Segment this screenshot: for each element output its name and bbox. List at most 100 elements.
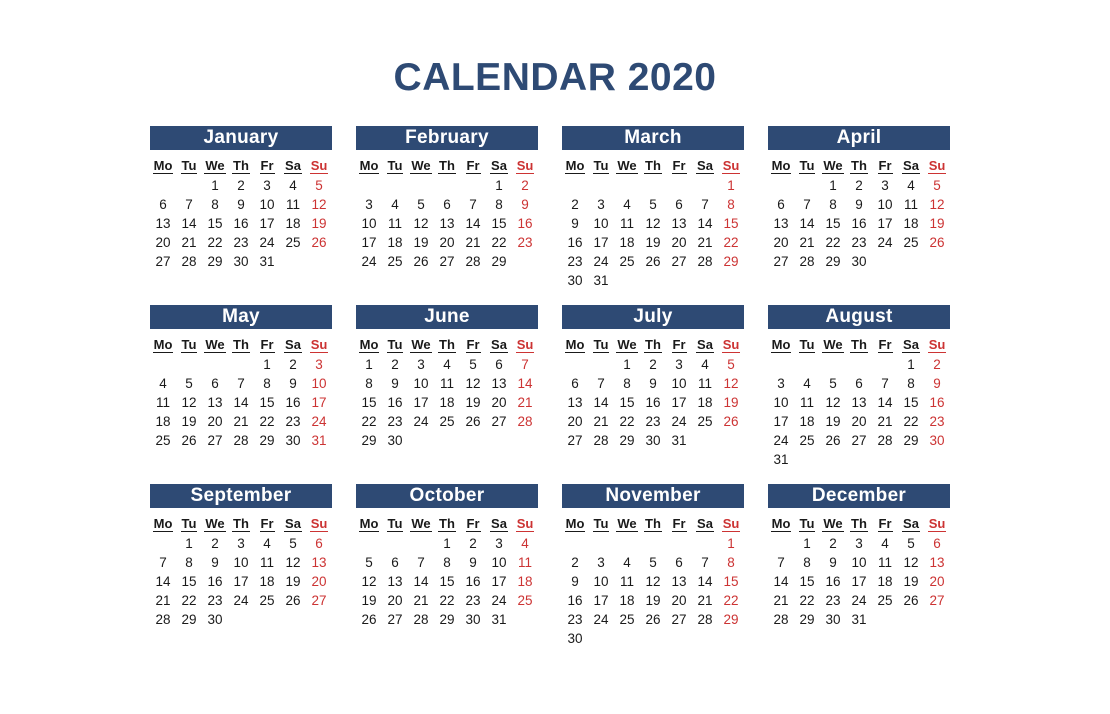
day-cell[interactable]: 30 xyxy=(228,252,254,271)
day-cell[interactable]: 4 xyxy=(614,195,640,214)
day-cell[interactable]: 8 xyxy=(718,195,744,214)
day-cell[interactable]: 8 xyxy=(898,374,924,393)
day-cell[interactable]: 6 xyxy=(306,534,332,553)
day-cell[interactable]: 18 xyxy=(150,412,176,431)
day-cell[interactable]: 11 xyxy=(254,553,280,572)
day-cell[interactable]: 10 xyxy=(846,553,872,572)
day-cell[interactable]: 5 xyxy=(718,355,744,374)
day-cell[interactable]: 23 xyxy=(562,610,588,629)
day-cell[interactable]: 17 xyxy=(486,572,512,591)
day-cell[interactable]: 20 xyxy=(486,393,512,412)
day-cell[interactable]: 13 xyxy=(486,374,512,393)
day-cell[interactable]: 9 xyxy=(846,195,872,214)
day-cell[interactable]: 8 xyxy=(356,374,382,393)
day-cell[interactable]: 7 xyxy=(794,195,820,214)
day-cell[interactable]: 20 xyxy=(666,591,692,610)
day-cell[interactable]: 31 xyxy=(666,431,692,450)
day-cell[interactable]: 2 xyxy=(820,534,846,553)
day-cell[interactable]: 2 xyxy=(640,355,666,374)
day-cell[interactable]: 1 xyxy=(254,355,280,374)
day-cell[interactable]: 14 xyxy=(460,214,486,233)
day-cell[interactable]: 19 xyxy=(898,572,924,591)
day-cell[interactable]: 24 xyxy=(408,412,434,431)
day-cell[interactable]: 27 xyxy=(202,431,228,450)
day-cell[interactable]: 30 xyxy=(382,431,408,450)
day-cell[interactable]: 19 xyxy=(820,412,846,431)
day-cell[interactable]: 3 xyxy=(408,355,434,374)
day-cell[interactable]: 17 xyxy=(666,393,692,412)
day-cell[interactable]: 18 xyxy=(872,572,898,591)
day-cell[interactable]: 1 xyxy=(486,176,512,195)
day-cell[interactable]: 16 xyxy=(562,591,588,610)
day-cell[interactable]: 24 xyxy=(306,412,332,431)
day-cell[interactable]: 23 xyxy=(640,412,666,431)
day-cell[interactable]: 17 xyxy=(872,214,898,233)
day-cell[interactable]: 10 xyxy=(872,195,898,214)
day-cell[interactable]: 18 xyxy=(280,214,306,233)
day-cell[interactable]: 3 xyxy=(666,355,692,374)
day-cell[interactable]: 1 xyxy=(794,534,820,553)
day-cell[interactable]: 24 xyxy=(486,591,512,610)
day-cell[interactable]: 6 xyxy=(202,374,228,393)
day-cell[interactable]: 20 xyxy=(382,591,408,610)
day-cell[interactable]: 2 xyxy=(228,176,254,195)
day-cell[interactable]: 30 xyxy=(640,431,666,450)
day-cell[interactable]: 15 xyxy=(176,572,202,591)
day-cell[interactable]: 14 xyxy=(692,572,718,591)
day-cell[interactable]: 5 xyxy=(640,553,666,572)
day-cell[interactable]: 8 xyxy=(254,374,280,393)
day-cell[interactable]: 7 xyxy=(176,195,202,214)
day-cell[interactable]: 16 xyxy=(512,214,538,233)
day-cell[interactable]: 9 xyxy=(820,553,846,572)
day-cell[interactable]: 16 xyxy=(924,393,950,412)
day-cell[interactable]: 1 xyxy=(202,176,228,195)
day-cell[interactable]: 16 xyxy=(640,393,666,412)
day-cell[interactable]: 9 xyxy=(382,374,408,393)
day-cell[interactable]: 17 xyxy=(588,233,614,252)
day-cell[interactable]: 29 xyxy=(254,431,280,450)
day-cell[interactable]: 7 xyxy=(588,374,614,393)
day-cell[interactable]: 22 xyxy=(202,233,228,252)
day-cell[interactable]: 26 xyxy=(460,412,486,431)
day-cell[interactable]: 19 xyxy=(640,233,666,252)
day-cell[interactable]: 12 xyxy=(408,214,434,233)
day-cell[interactable]: 4 xyxy=(512,534,538,553)
day-cell[interactable]: 18 xyxy=(512,572,538,591)
day-cell[interactable]: 4 xyxy=(150,374,176,393)
day-cell[interactable]: 3 xyxy=(306,355,332,374)
day-cell[interactable]: 30 xyxy=(202,610,228,629)
day-cell[interactable]: 5 xyxy=(898,534,924,553)
day-cell[interactable]: 14 xyxy=(768,572,794,591)
day-cell[interactable]: 12 xyxy=(820,393,846,412)
day-cell[interactable]: 27 xyxy=(306,591,332,610)
day-cell[interactable]: 18 xyxy=(898,214,924,233)
day-cell[interactable]: 14 xyxy=(150,572,176,591)
day-cell[interactable]: 16 xyxy=(820,572,846,591)
day-cell[interactable]: 25 xyxy=(692,412,718,431)
day-cell[interactable]: 11 xyxy=(434,374,460,393)
day-cell[interactable]: 22 xyxy=(820,233,846,252)
day-cell[interactable]: 22 xyxy=(254,412,280,431)
day-cell[interactable]: 16 xyxy=(202,572,228,591)
day-cell[interactable]: 15 xyxy=(254,393,280,412)
day-cell[interactable]: 2 xyxy=(202,534,228,553)
day-cell[interactable]: 11 xyxy=(872,553,898,572)
day-cell[interactable]: 16 xyxy=(382,393,408,412)
day-cell[interactable]: 12 xyxy=(640,214,666,233)
day-cell[interactable]: 25 xyxy=(872,591,898,610)
day-cell[interactable]: 16 xyxy=(562,233,588,252)
day-cell[interactable]: 28 xyxy=(150,610,176,629)
day-cell[interactable]: 11 xyxy=(614,572,640,591)
day-cell[interactable]: 7 xyxy=(692,553,718,572)
day-cell[interactable]: 16 xyxy=(846,214,872,233)
day-cell[interactable]: 21 xyxy=(460,233,486,252)
day-cell[interactable]: 5 xyxy=(280,534,306,553)
day-cell[interactable]: 13 xyxy=(666,572,692,591)
day-cell[interactable]: 5 xyxy=(640,195,666,214)
day-cell[interactable]: 22 xyxy=(898,412,924,431)
day-cell[interactable]: 9 xyxy=(562,214,588,233)
day-cell[interactable]: 3 xyxy=(588,553,614,572)
day-cell[interactable]: 30 xyxy=(562,271,588,290)
day-cell[interactable]: 24 xyxy=(588,252,614,271)
day-cell[interactable]: 21 xyxy=(692,591,718,610)
